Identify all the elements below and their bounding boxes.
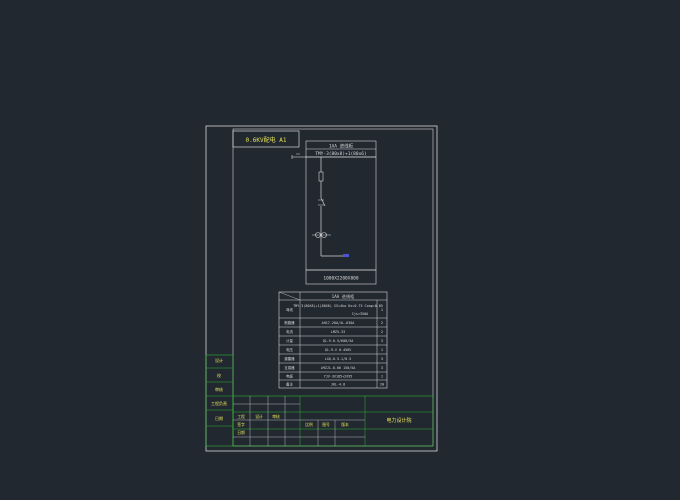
panel-header-2: TMY-3(80x8)+1(80x6) xyxy=(315,151,366,157)
row-qty: 1 xyxy=(381,308,383,312)
side-label: 校 xyxy=(217,372,221,378)
row-label: 电流 xyxy=(286,329,293,334)
panel-body xyxy=(305,156,377,271)
row-label: 电缆 xyxy=(286,374,293,379)
row-label: 电压 xyxy=(286,347,293,352)
row-label: 断路器 xyxy=(284,320,295,325)
equipment-table: 1AA 进线柜 母线 TMY-3(80X8)+1(80X6) SS=4kw Kx… xyxy=(278,291,388,389)
side-label: 审核 xyxy=(215,386,223,392)
row-label: 避雷器 xyxy=(284,356,295,361)
sheet-border xyxy=(205,125,438,452)
row-value: TMY-3(80X8)+1(80X6) SS=4kw Kx=0.75 Cosφ=… xyxy=(293,304,383,308)
row-qty: 1 xyxy=(381,375,383,379)
table-header: 1AA 进线柜 xyxy=(332,293,355,300)
row-value: YJV-3X185+2X95 xyxy=(324,375,353,379)
cable-marker xyxy=(343,254,349,257)
tb-label: 工程 xyxy=(237,414,245,419)
side-label: 设计 xyxy=(215,357,223,363)
row-qty: 1 xyxy=(381,348,383,352)
row-value: Q1-9-0.5/600/5A xyxy=(323,339,354,343)
row-label: 备注 xyxy=(286,382,293,387)
row-value: Q1-9-V 0-450V xyxy=(325,348,352,352)
tb-label: 设计 xyxy=(255,414,263,419)
row-qty: 3 xyxy=(381,339,383,343)
row-qty: 2 xyxy=(381,321,383,325)
inner-frame xyxy=(232,128,434,447)
tb-label: 审核 xyxy=(272,414,280,419)
single-line-diagram xyxy=(312,157,349,257)
row-qty: 20 xyxy=(380,383,384,387)
tb-label: 比例 xyxy=(305,422,313,427)
row-label: 互感器 xyxy=(284,365,295,370)
drawing-svg: 0.6KV配电 A1 1AA 进线柜 TMY-3(80x8)+1(80x6) 1… xyxy=(205,125,438,452)
row-qty: 3 xyxy=(381,366,383,370)
company-label: 电力设计院 xyxy=(386,417,411,424)
row-value: LXQ-0.5-1/0.5 xyxy=(325,357,352,361)
tb-label: 日期 xyxy=(237,430,245,435)
panel-dims: 1000X2200X800 xyxy=(323,276,359,282)
row-qty: 2 xyxy=(381,330,383,334)
title-block: 工程 设计 审核 签字 日期 比例 图号 版本 电力设计院 xyxy=(232,395,434,447)
side-label: 日期 xyxy=(215,415,223,421)
tb-label: 图号 xyxy=(322,422,330,427)
row-value: AH17-20A/4L-630A xyxy=(322,321,355,325)
panel-header-1: 1AA 进线柜 xyxy=(329,143,354,150)
row-qty: 3 xyxy=(381,357,383,361)
tb-label: 签字 xyxy=(237,422,245,427)
row-value: LMZJ1-0.66 150/5A xyxy=(321,366,356,370)
side-revision-block: 设计 校 审核 工程负责 日期 xyxy=(205,354,234,447)
row-value-2: Ijs=350A xyxy=(352,312,368,316)
title-label: 0.6KV配电 A1 xyxy=(246,136,287,144)
row-value: JKL-4.8 xyxy=(331,383,345,387)
row-value: LMZ5-33 xyxy=(331,330,345,334)
row-label: 计量 xyxy=(286,338,293,343)
side-label: 工程负责 xyxy=(211,400,227,406)
cad-canvas[interactable]: 0.6KV配电 A1 1AA 进线柜 TMY-3(80x8)+1(80x6) 1… xyxy=(0,0,680,496)
tb-label: 版本 xyxy=(341,422,349,427)
